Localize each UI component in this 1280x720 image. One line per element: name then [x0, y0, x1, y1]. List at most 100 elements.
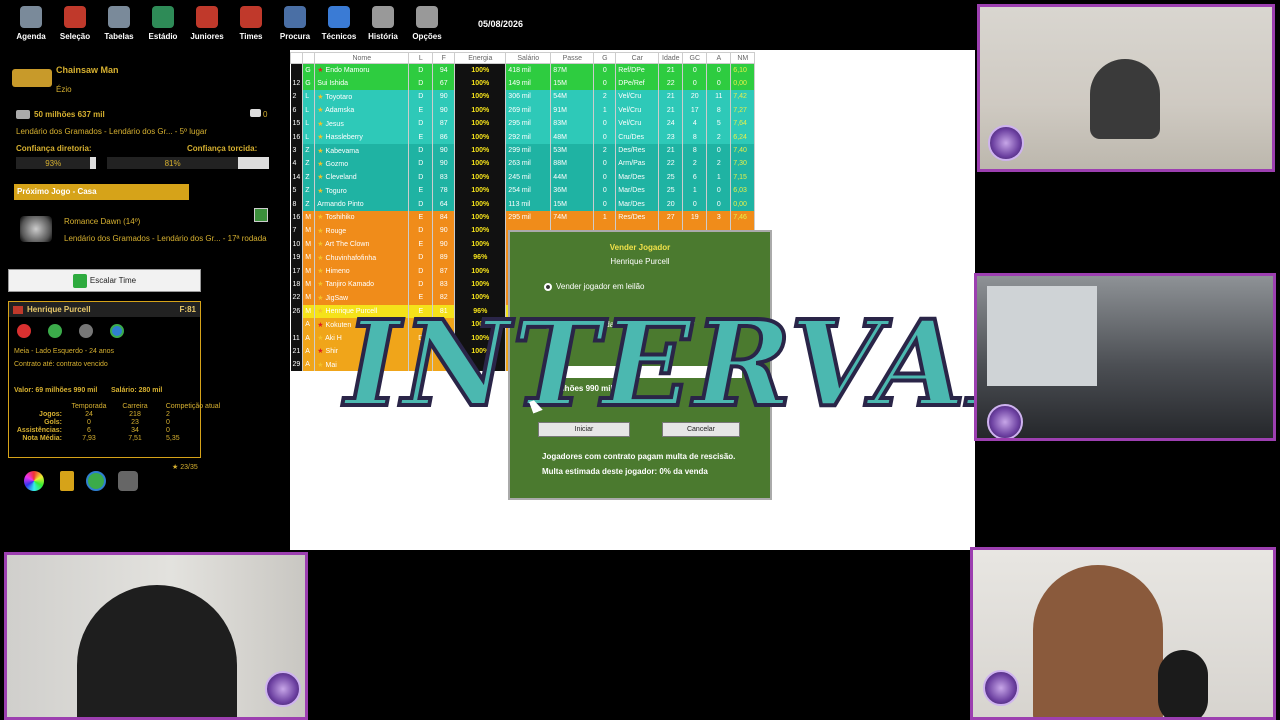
- next-game-banner[interactable]: Próximo Jogo - Casa: [14, 184, 189, 200]
- column-header[interactable]: G: [593, 52, 617, 64]
- manager-name: Ézio: [56, 85, 72, 94]
- column-header[interactable]: Salário: [505, 52, 552, 64]
- l-cell: D: [408, 277, 434, 292]
- a-cell: 11: [706, 90, 732, 104]
- f-cell: 84: [432, 210, 456, 225]
- contract-note: Jogadores com contrato pagam multa de re…: [542, 452, 736, 461]
- player-row[interactable]: 3 Z ★ Kabevama D 90 100% 299 mil 53M 2 Des/Res 21 8…: [290, 143, 756, 158]
- passe-cell: 36M: [550, 184, 595, 198]
- scout-icon[interactable]: [254, 208, 268, 222]
- f-cell: 90: [432, 237, 456, 251]
- stadium-icon: [152, 6, 174, 28]
- toolbar-history-button[interactable]: História: [361, 0, 405, 50]
- energy-cell: 100%: [454, 157, 507, 171]
- player-row[interactable]: 8 Z Armando Pinto D 64 100% 113 mil 15M 0 Mar/Des…: [290, 197, 756, 211]
- toolbar-stadium-button[interactable]: Estádio: [141, 0, 185, 50]
- column-header[interactable]: L: [408, 52, 434, 64]
- rating-cell: 7,15: [730, 170, 756, 185]
- auction-option[interactable]: Vender jogador em leilão: [544, 282, 645, 291]
- player-row[interactable]: 16 L ★ Hassleberry E 86 100% 292 mil 48M 0 Cru/De…: [290, 130, 756, 144]
- player-row[interactable]: 5 Z ★ Toguro E 78 100% 254 mil 36M 0 Mar/Des 25 1 0 6…: [290, 184, 756, 198]
- pos-cell: M: [302, 210, 316, 225]
- column-header[interactable]: F: [432, 52, 456, 64]
- webcam-top-right: [977, 4, 1275, 172]
- column-header[interactable]: Passe: [550, 52, 595, 64]
- energy-cell: 100%: [454, 90, 507, 104]
- player-name: Kabevama: [325, 147, 359, 155]
- trophy-icon[interactable]: [60, 471, 74, 491]
- name-cell: ★ Art The Clown: [314, 237, 410, 251]
- player-row[interactable]: 12 G Sui Ishida D 67 100% 149 mil 15M 0 DPe/Ref 22…: [290, 76, 756, 91]
- league-position: Lendário dos Gramados - Lendário dos Gr.…: [16, 127, 208, 136]
- toolbar-flag-button[interactable]: Seleção: [53, 0, 97, 50]
- color-wheel-icon[interactable]: [24, 471, 44, 491]
- column-header[interactable]: Car: [615, 52, 660, 64]
- idade-cell: 20: [658, 197, 684, 211]
- status-star-icon: ★: [317, 134, 326, 142]
- passe-cell: 74M: [550, 210, 595, 225]
- auction-radio[interactable]: [544, 282, 552, 291]
- player-row[interactable]: G ★ Endo Mamoru D 94 100% 418 mil 87M 0 Ref/DPe 2…: [290, 63, 756, 77]
- red-card-icon[interactable]: [17, 324, 31, 338]
- column-header[interactable]: [289, 52, 304, 64]
- player-row[interactable]: 4 Z ★ Gozmo D 90 100% 263 mil 88M 0 Arm/Pas 22 2 2 7,…: [290, 157, 756, 171]
- player-name: Endo Mamoru: [325, 67, 370, 75]
- g-cell: 1: [593, 210, 617, 225]
- player-value: 69 milhões 990 mil: [35, 387, 98, 394]
- lineup-button[interactable]: Escalar Time: [8, 269, 201, 292]
- stream-badge-icon: [988, 125, 1024, 161]
- shirt-number-cell: 5: [290, 184, 304, 198]
- energy-cell: 100%: [454, 130, 507, 144]
- cap-icon: [328, 6, 350, 28]
- player-row[interactable]: 15 L ★ Jesus D 87 100% 295 mil 83M 0 Vel/Cru 24 4 5 7…: [290, 117, 756, 131]
- boot-icon[interactable]: [48, 324, 62, 338]
- ball-icon[interactable]: [79, 324, 93, 338]
- name-cell: ★ Hassleberry: [314, 130, 410, 144]
- toolbar-calendar-button[interactable]: Agenda: [9, 0, 53, 50]
- player-row[interactable]: 6 L ★ Adamska E 90 100% 269 mil 91M 1 Vel/Cru 21 17…: [290, 103, 756, 118]
- pos-cell: L: [302, 90, 316, 104]
- passe-cell: 53M: [550, 143, 595, 158]
- junior-icon: [196, 6, 218, 28]
- energy-cell: 100%: [454, 103, 507, 118]
- name-cell: ★ Gozmo: [314, 157, 410, 171]
- stats-column-header: Temporada: [71, 403, 107, 410]
- target-icon[interactable]: [110, 324, 124, 338]
- column-header[interactable]: Nome: [314, 52, 410, 64]
- a-cell: 0: [706, 143, 732, 158]
- stats-cell: 23: [131, 419, 139, 426]
- gc-cell: 0: [682, 197, 708, 211]
- toolbar-table-button[interactable]: Tabelas: [97, 0, 141, 50]
- f-cell: 90: [432, 224, 456, 238]
- stats-cell: 0: [166, 419, 170, 426]
- sal-cell: 299 mil: [505, 143, 552, 158]
- table-icon: [108, 6, 130, 28]
- column-header[interactable]: [302, 52, 316, 64]
- player-row[interactable]: 14 Z ★ Cleveland D 83 100% 245 mil 44M 0 Mar/Des 2…: [290, 170, 756, 185]
- player-row[interactable]: 16 M ★ Toshihiko E 84 100% 295 mil 74M 1 Res/Des 2…: [290, 210, 756, 225]
- shirt-number-cell: 8: [290, 197, 304, 211]
- toolbar-options-button[interactable]: Opções: [405, 0, 449, 50]
- column-header[interactable]: NM: [730, 52, 756, 64]
- player-row[interactable]: 2 L ★ Toyotaro D 90 100% 306 mil 54M 2 Vel/Cru 21 2…: [290, 90, 756, 104]
- toolbar-cap-button[interactable]: Técnicos: [317, 0, 361, 50]
- toolbar-shirt-button[interactable]: Times: [229, 0, 273, 50]
- column-header[interactable]: Idade: [658, 52, 684, 64]
- team-icon[interactable]: [86, 471, 106, 491]
- column-header[interactable]: GC: [682, 52, 708, 64]
- f-cell: 90: [432, 90, 456, 104]
- sal-cell: 149 mil: [505, 76, 552, 91]
- name-cell: ★ Adamska: [314, 103, 410, 118]
- fans-confidence-value: 81%: [164, 158, 181, 168]
- settings-icon[interactable]: [118, 471, 138, 491]
- column-header[interactable]: Energia: [454, 52, 507, 64]
- f-cell: 87: [432, 117, 456, 131]
- toolbar-junior-button[interactable]: Juniores: [185, 0, 229, 50]
- column-header[interactable]: A: [706, 52, 732, 64]
- toolbar-search-button[interactable]: Procura: [273, 0, 317, 50]
- a-cell: 0: [706, 197, 732, 211]
- sal-cell: 245 mil: [505, 170, 552, 185]
- energy-cell: 100%: [454, 117, 507, 131]
- messages-icon[interactable]: [250, 109, 261, 117]
- status-star-icon: ★: [317, 361, 326, 369]
